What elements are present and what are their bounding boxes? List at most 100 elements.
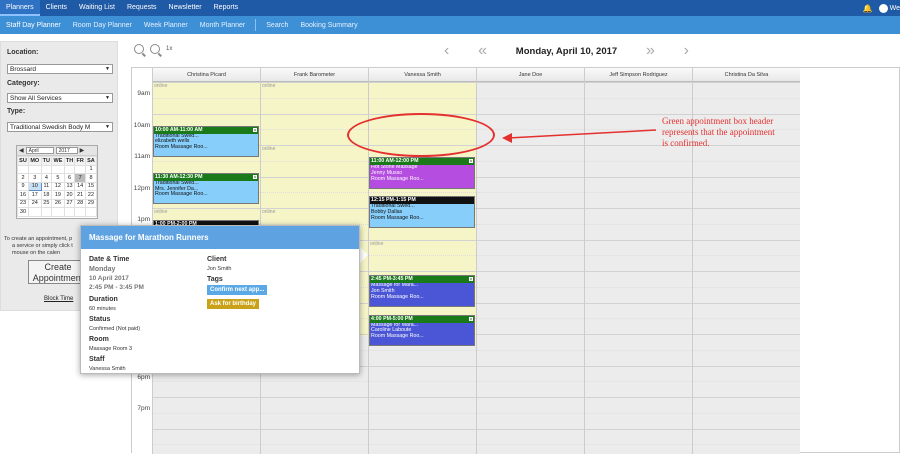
appointment-block[interactable]: 11:00 AM-12:00 PM Hot Stone Massage Jenny … [369,157,475,189]
appointment-block[interactable]: 10:00 AM-11:00 AM Traditional Swed... eliz… [153,125,259,157]
calendar-day[interactable]: 23 [17,198,29,208]
day-of-week-header: SU [17,156,29,166]
block-time-link[interactable]: Block Time [44,296,73,302]
user-name[interactable]: We [890,5,900,12]
popup-weekday: Monday [89,266,116,273]
bell-icon[interactable]: 🔔 [863,4,873,13]
category-value: Show All Services [10,95,62,102]
calendar-day[interactable]: 14 [74,181,86,191]
tab-booking-summary[interactable]: Booking Summary [294,22,363,29]
calendar-day[interactable]: 9 [17,181,29,191]
calendar-day[interactable]: 15 [84,181,98,191]
time-gridline [369,381,476,383]
type-label: Type: [7,108,26,115]
calendar-day[interactable]: 30 [17,207,29,217]
calendar-day[interactable]: 25 [40,198,53,208]
appointment-header: 11:00 AM-12:00 PM [370,158,474,165]
nav-clients[interactable]: Clients [40,0,73,16]
calendar-day[interactable]: 13 [63,181,76,191]
location-label: Location: [7,49,39,56]
time-gridline [585,82,692,83]
calendar-day[interactable]: 19 [51,190,65,200]
next-day-icon[interactable]: › [684,43,689,59]
annotation-arrow [502,129,657,143]
user-icon[interactable] [878,3,888,13]
staff-column-header: Vanessa Smith [369,68,476,82]
location-select[interactable]: Brossard ▼ [7,64,113,74]
appointment-block[interactable]: 2:45 PM-3:45 PM Massage for Mara... Jon Sm… [369,275,475,307]
calendar-day[interactable]: 8 [84,173,98,183]
category-select[interactable]: Show All Services ▼ [7,93,113,103]
calendar-day[interactable]: 6 [63,173,76,183]
time-gridline [477,286,584,288]
calendar-day[interactable]: 1 [84,164,98,174]
type-select[interactable]: Traditional Swedish Body M ▼ [7,122,113,132]
tag-ask-for-birthday[interactable]: Ask for birthday [207,299,260,309]
prev-week-icon[interactable]: « [478,43,487,59]
tab-room-day-planner[interactable]: Room Day Planner [67,22,138,29]
nav-reports[interactable]: Reports [208,0,245,16]
zoom-in-icon[interactable] [134,44,144,54]
time-gridline [477,176,584,178]
calendar-day[interactable]: 27 [63,198,76,208]
time-gridline [477,239,584,241]
time-gridline [261,97,368,99]
time-label: 11am [134,153,150,160]
nav-waiting-list[interactable]: Waiting List [73,0,121,16]
calendar-day [40,207,53,217]
time-gridline [693,412,800,414]
calendar-day[interactable]: 12 [51,181,65,191]
calendar-day[interactable]: 2 [17,173,29,183]
calendar-day[interactable]: 21 [74,190,86,200]
nav-newsletter[interactable]: Newsletter [163,0,208,16]
current-date: Monday, April 10, 2017 [515,45,618,57]
calendar-day[interactable]: 11 [40,181,53,191]
calendar-day[interactable]: 18 [40,190,53,200]
time-gridline [693,239,800,241]
calendar-day[interactable]: 26 [51,198,65,208]
calendar-day[interactable]: 10 [28,181,42,191]
calendar-day [51,207,65,217]
status-icon [469,159,473,163]
appointment-block[interactable]: 4:00 PM-5:00 PM Massage for Mara... Caroli… [369,314,475,346]
calendar-day[interactable]: 7 [74,173,86,183]
calendar-day[interactable]: 4 [40,173,53,183]
calendar-day[interactable]: 20 [63,190,76,200]
calendar-day [40,164,53,174]
tab-month-planner[interactable]: Month Planner [194,22,252,29]
calendar-day[interactable]: 16 [17,190,29,200]
appointment-header: 10:00 AM-11:00 AM [154,126,258,134]
tab-search[interactable]: Search [260,22,294,29]
calendar-day[interactable]: 24 [28,198,42,208]
tag-confirm-next-appointment[interactable]: Confirm next app... [207,285,268,295]
year-select[interactable]: 2017 [55,147,78,154]
calendar-day[interactable]: 3 [28,173,42,183]
calendar-day[interactable]: 5 [51,173,65,183]
appointment-block[interactable]: 11:30 AM-12:30 PM Traditional Swed... Mrs.… [153,172,259,205]
time-gridline [153,412,260,414]
calendar-day[interactable]: 29 [84,198,98,208]
nav-planners[interactable]: Planners [0,0,40,16]
time-gridline [693,397,800,398]
calendar-day[interactable]: 17 [28,190,42,200]
tab-week-planner[interactable]: Week Planner [138,22,194,29]
month-select[interactable]: April [25,147,54,154]
next-month-icon[interactable]: ▶ [80,147,85,154]
time-label: 1pm [137,216,150,223]
calendar-day[interactable]: 28 [74,198,86,208]
client-value[interactable]: Jon Smith [207,266,231,272]
staff-value: Vanessa Smith [89,366,126,372]
zoom-out-icon[interactable] [150,44,160,54]
calendar-day[interactable]: 22 [84,190,98,200]
prev-day-icon[interactable]: ‹ [444,43,449,59]
time-gridline [585,444,692,446]
nav-requests[interactable]: Requests [121,0,163,16]
time-gridline [693,428,800,430]
tab-staff-day-planner[interactable]: Staff Day Planner [0,22,67,29]
next-week-icon[interactable]: » [646,43,655,59]
day-of-week-header: WE [51,156,65,166]
create-appointment-button[interactable]: Create Appointment [28,260,88,284]
prev-month-icon[interactable]: ◀ [19,147,24,154]
day-of-week-header: TH [63,156,76,166]
appointment-block[interactable]: 12:15 PM-1:15 PM Traditional Swed... Bobby… [369,196,475,228]
